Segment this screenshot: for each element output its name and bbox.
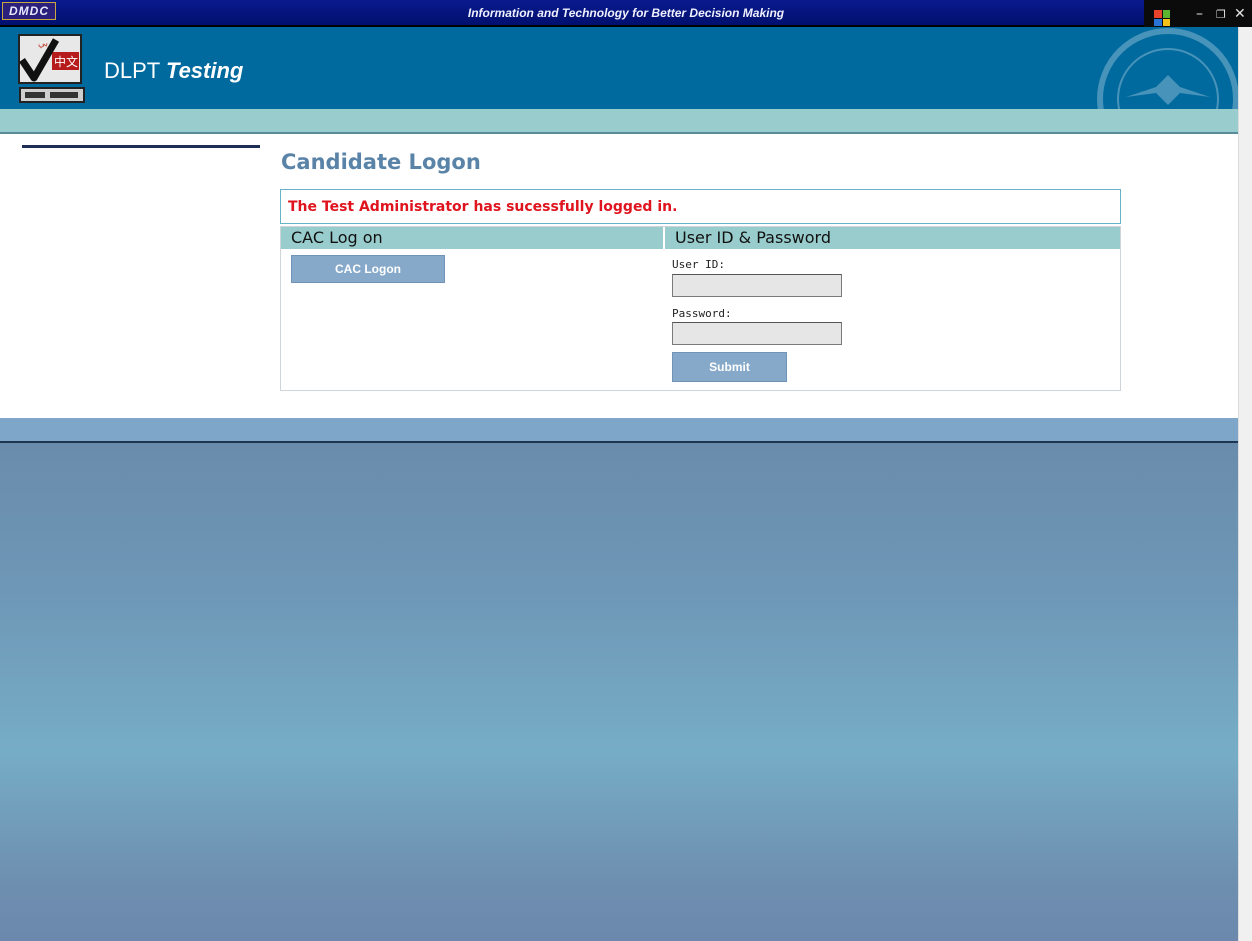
user-id-label: User ID: bbox=[672, 258, 725, 271]
app-title: DLPT Testing bbox=[104, 58, 243, 84]
cac-logon-button[interactable]: CAC Logon bbox=[291, 255, 445, 283]
app-title-main: DLPT bbox=[104, 58, 166, 83]
header-band bbox=[0, 109, 1238, 134]
status-message-box: The Test Administrator has sucessfully l… bbox=[280, 189, 1121, 224]
app-header: عربي 中文 DLPT Testing bbox=[0, 27, 1238, 109]
footer-band bbox=[0, 418, 1238, 443]
windows-logo-icon bbox=[1154, 10, 1170, 26]
cac-section-header: CAC Log on bbox=[281, 227, 663, 249]
page-background bbox=[0, 443, 1238, 941]
logo-chinese-text: 中文 bbox=[54, 54, 78, 69]
restore-icon[interactable]: ❐ bbox=[1216, 8, 1226, 21]
user-id-input[interactable] bbox=[672, 274, 842, 297]
login-panel: CAC Log on User ID & Password CAC Logon … bbox=[280, 226, 1121, 391]
password-label: Password: bbox=[672, 307, 732, 320]
sidebar-rule bbox=[22, 145, 260, 148]
tagline: Information and Technology for Better De… bbox=[467, 6, 785, 20]
department-of-defense-seal-icon bbox=[1097, 28, 1238, 109]
scrollbar[interactable] bbox=[1238, 27, 1252, 941]
password-input[interactable] bbox=[672, 322, 842, 345]
page-title: Candidate Logon bbox=[281, 150, 481, 174]
top-banner: DMDC Information and Technology for Bett… bbox=[0, 0, 1252, 27]
submit-button[interactable]: Submit bbox=[672, 352, 787, 382]
minimize-icon[interactable]: – bbox=[1196, 6, 1203, 22]
credentials-section-header: User ID & Password bbox=[665, 227, 1120, 249]
dlpt-logo-icon: عربي 中文 bbox=[16, 32, 88, 106]
status-message: The Test Administrator has sucessfully l… bbox=[288, 199, 678, 215]
close-icon[interactable]: ✕ bbox=[1234, 6, 1246, 22]
app-title-italic: Testing bbox=[165, 58, 244, 83]
